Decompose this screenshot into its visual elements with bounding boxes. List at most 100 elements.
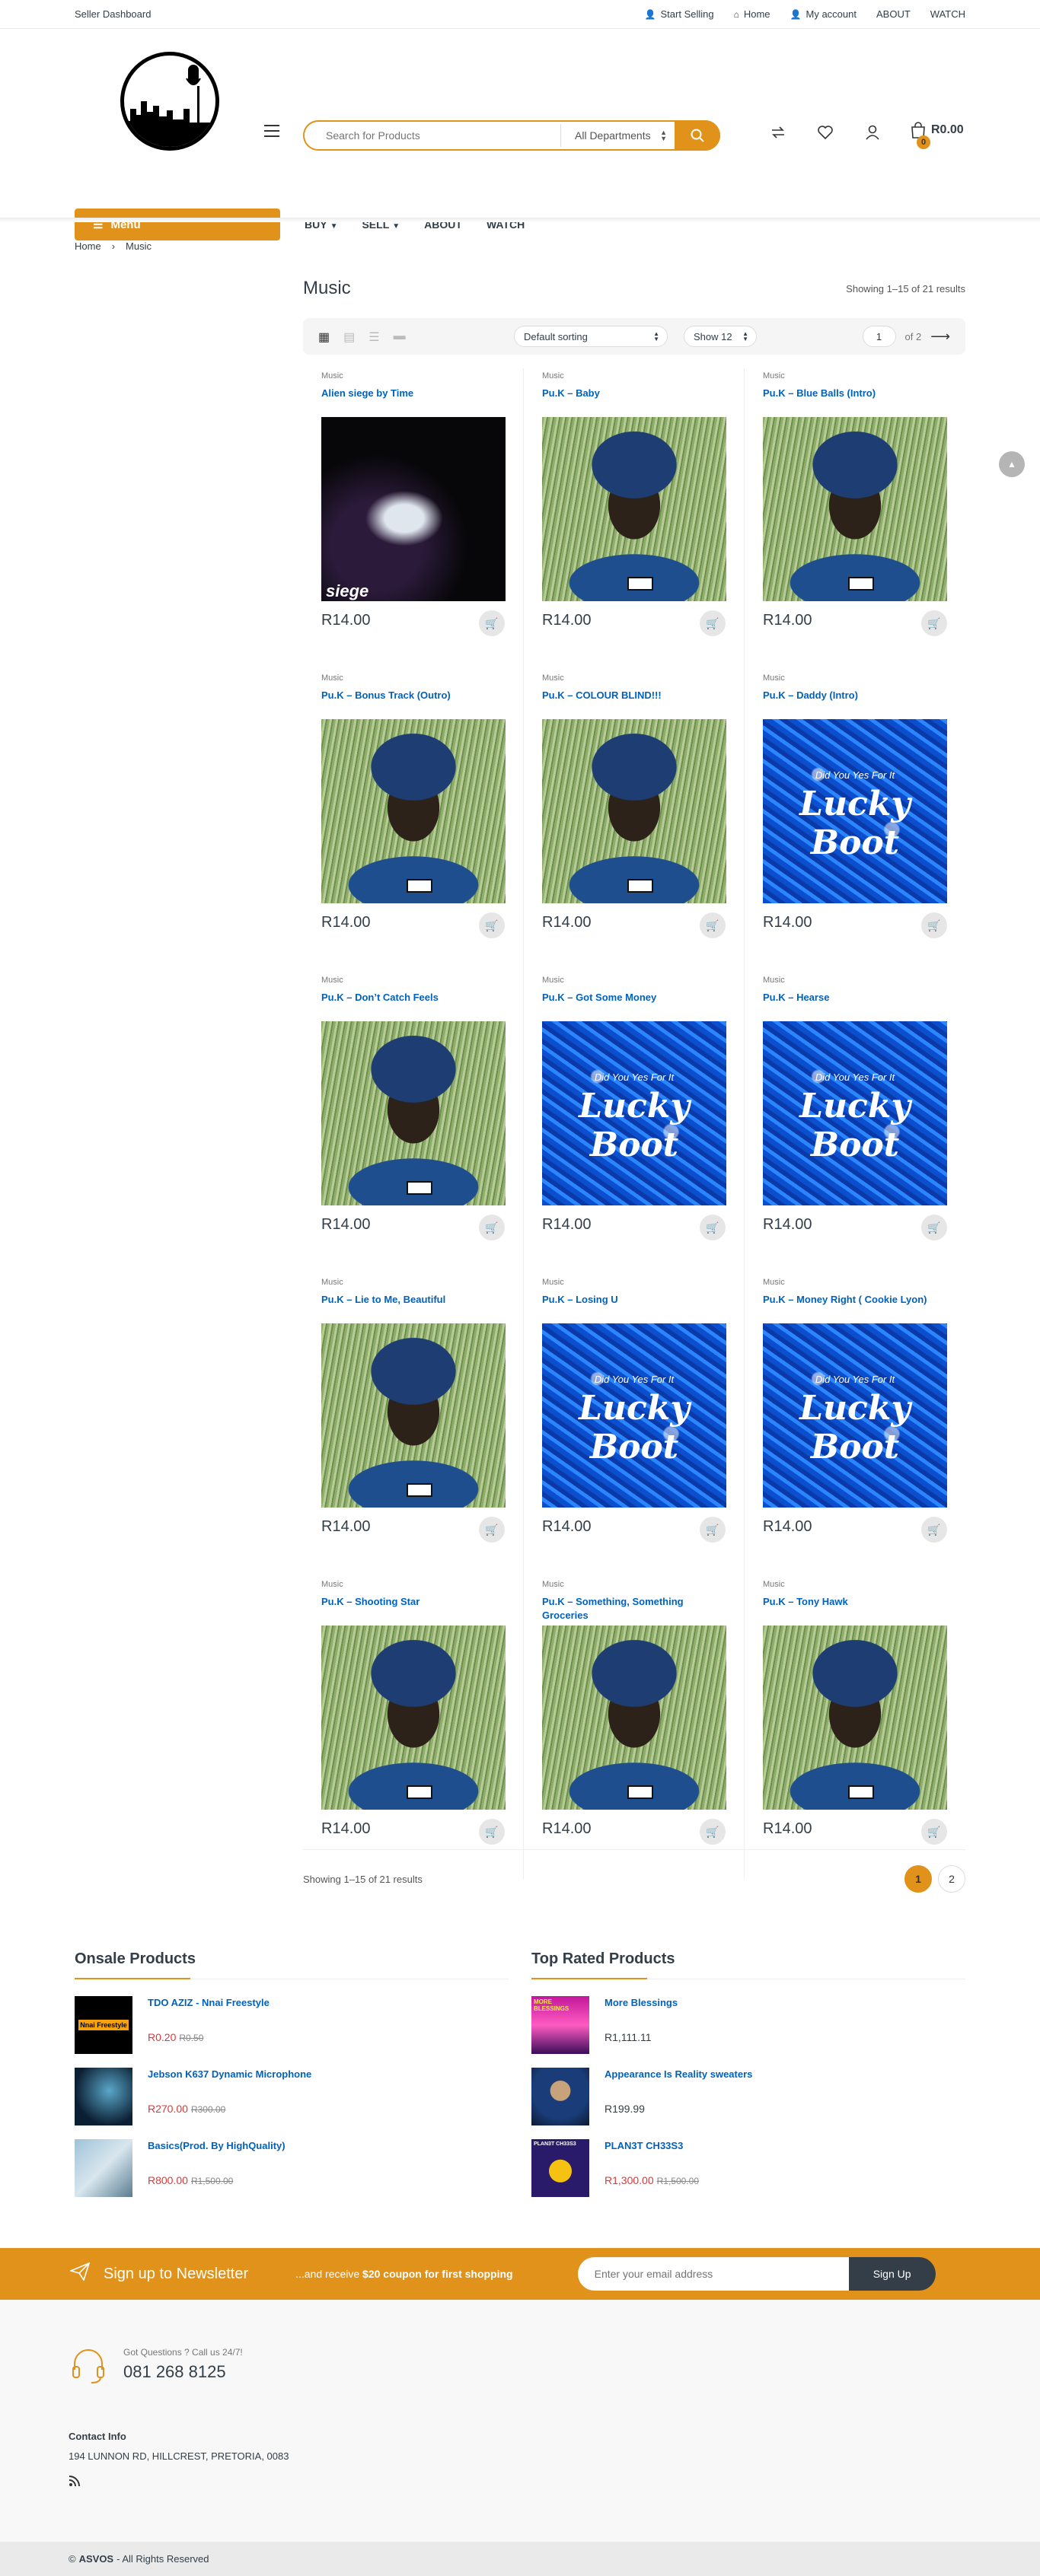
add-to-cart-icon[interactable]: 🛒 [479,912,505,938]
product-image[interactable] [321,1323,506,1508]
product-category[interactable]: Music [763,371,785,381]
add-to-cart-icon[interactable]: 🛒 [921,912,947,938]
product-category[interactable]: Music [321,1278,343,1287]
add-to-cart-icon[interactable]: 🛒 [921,1819,947,1845]
product-image[interactable] [321,1626,506,1810]
page-link-2[interactable]: 2 [938,1865,965,1893]
account-user-icon[interactable] [863,123,882,142]
add-to-cart-icon[interactable]: 🛒 [479,1517,505,1543]
rss-icon[interactable] [69,2475,81,2491]
my-account-link[interactable]: 👤 My account [790,8,857,20]
product-thumbnail[interactable]: MORE BLESSINGS [531,1996,589,2054]
list-small-view-icon[interactable]: ▬ [394,330,406,345]
product-title[interactable]: Pu.K – Tony Hawk [763,1595,947,1624]
product-title[interactable]: Pu.K – Money Right ( Cookie Lyon) [763,1293,947,1322]
product-image[interactable] [321,719,506,903]
product-title[interactable]: TDO AZIZ - Nnai Freestyle [148,1997,270,2008]
product-title[interactable]: Pu.K – Daddy (Intro) [763,689,947,718]
about-link[interactable]: ABOUT [876,8,911,20]
scroll-to-top-button[interactable]: ▲ [999,451,1025,477]
page-link-1[interactable]: 1 [904,1865,932,1893]
add-to-cart-icon[interactable]: 🛒 [479,1215,505,1240]
product-thumbnail[interactable] [75,2068,132,2125]
product-image[interactable]: Did You Yes For It Lucky Boot [542,1323,726,1508]
product-title[interactable]: Pu.K – Baby [542,387,726,416]
start-selling-link[interactable]: 👤 Start Selling [645,8,714,20]
product-title[interactable]: PLAN3T CH33S3 [605,2140,683,2151]
product-image[interactable]: Did You Yes For It Lucky Boot [763,1021,947,1205]
newsletter-signup-button[interactable]: Sign Up [848,2257,936,2291]
add-to-cart-icon[interactable]: 🛒 [921,1517,947,1543]
product-title[interactable]: Pu.K – Losing U [542,1293,726,1322]
product-title[interactable]: Pu.K – Shooting Star [321,1595,505,1624]
product-title[interactable]: Appearance Is Reality sweaters [605,2068,752,2080]
per-page-select[interactable]: Show 12 ▲ ▼ [684,326,757,347]
product-category[interactable]: Music [321,1580,343,1589]
product-category[interactable]: Music [763,673,785,683]
newsletter-email-input[interactable] [577,2257,849,2291]
add-to-cart-icon[interactable]: 🛒 [700,912,726,938]
product-image[interactable]: siege [321,417,506,601]
add-to-cart-icon[interactable]: 🛒 [479,610,505,636]
home-link[interactable]: ⌂ Home [734,8,770,20]
product-image[interactable] [763,417,947,601]
hamburger-icon[interactable] [264,125,279,137]
mini-cart[interactable]: 0 R0.00 [910,122,964,149]
product-thumbnail[interactable]: Nnai Freestyle [75,1996,132,2054]
product-image[interactable] [542,417,726,601]
add-to-cart-icon[interactable]: 🛒 [479,1819,505,1845]
watch-link[interactable]: WATCH [930,8,965,20]
product-title[interactable]: Jebson K637 Dynamic Microphone [148,2068,311,2080]
product-title[interactable]: Pu.K – COLOUR BLIND!!! [542,689,726,718]
departments-menu-button[interactable]: ☰ Menu [75,209,280,240]
add-to-cart-icon[interactable]: 🛒 [700,1215,726,1240]
product-category[interactable]: Music [542,976,564,985]
product-title[interactable]: Basics(Prod. By HighQuality) [148,2140,286,2151]
product-category[interactable]: Music [542,673,564,683]
grid-extended-view-icon[interactable]: ▤ [343,330,355,345]
product-title[interactable]: Alien siege by Time [321,387,505,416]
product-category[interactable]: Music [321,976,343,985]
product-category[interactable]: Music [763,1580,785,1589]
product-title[interactable]: Pu.K – Blue Balls (Intro) [763,387,947,416]
product-title[interactable]: Pu.K – Got Some Money [542,991,726,1020]
grid-view-icon[interactable]: ▦ [318,330,330,345]
product-title[interactable]: Pu.K – Lie to Me, Beautiful [321,1293,505,1322]
product-title[interactable]: Pu.K – Don’t Catch Feels [321,991,505,1020]
add-to-cart-icon[interactable]: 🛒 [700,610,726,636]
seller-dashboard-link[interactable]: Seller Dashboard [75,8,151,20]
product-thumbnail[interactable] [75,2139,132,2197]
product-title[interactable]: Pu.K – Bonus Track (Outro) [321,689,505,718]
product-thumbnail[interactable]: PLAN3T CH33S3 [531,2139,589,2197]
product-category[interactable]: Music [542,371,564,381]
department-select[interactable]: All Departments ▲ ▼ [560,124,675,147]
product-image[interactable]: Did You Yes For It Lucky Boot [542,1021,726,1205]
site-logo[interactable] [120,52,219,151]
product-title[interactable]: Pu.K – Something, Something Groceries [542,1595,726,1624]
product-category[interactable]: Music [542,1580,564,1589]
wishlist-heart-icon[interactable] [816,123,834,142]
product-image[interactable]: Did You Yes For It Lucky Boot [763,1323,947,1508]
product-image[interactable] [542,719,726,903]
compare-icon[interactable] [769,123,787,142]
search-input[interactable] [326,123,560,148]
product-category[interactable]: Music [763,976,785,985]
next-page-arrow-icon[interactable]: ⟶ [930,329,950,345]
breadcrumb-home[interactable]: Home [75,240,101,252]
add-to-cart-icon[interactable]: 🛒 [700,1517,726,1543]
product-image[interactable] [321,1021,506,1205]
sort-select[interactable]: Default sorting ▲ ▼ [514,326,668,347]
search-button[interactable] [675,120,720,151]
product-category[interactable]: Music [542,1278,564,1287]
list-view-icon[interactable]: ☰ [368,330,379,345]
product-thumbnail[interactable] [531,2068,589,2125]
add-to-cart-icon[interactable]: 🛒 [700,1819,726,1845]
add-to-cart-icon[interactable]: 🛒 [921,1215,947,1240]
product-title[interactable]: Pu.K – Hearse [763,991,947,1020]
product-image[interactable] [763,1626,947,1810]
add-to-cart-icon[interactable]: 🛒 [921,610,947,636]
product-category[interactable]: Music [763,1278,785,1287]
product-image[interactable]: Did You Yes For It Lucky Boot [763,719,947,903]
product-image[interactable] [542,1626,726,1810]
product-title[interactable]: More Blessings [605,1997,678,2008]
